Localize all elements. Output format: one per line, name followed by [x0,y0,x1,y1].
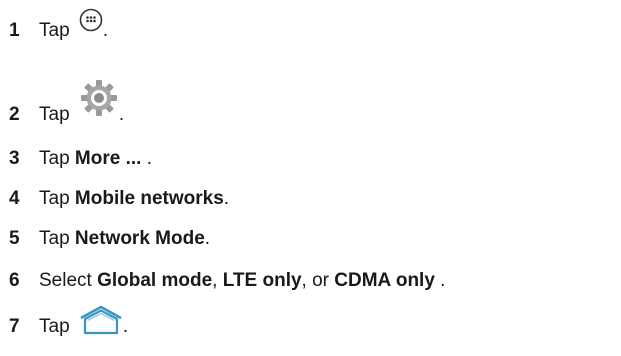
step-6: 6 Select Global mode, LTE only, or CDMA … [9,266,445,296]
step-number: 1 [9,20,20,41]
ui-term-more: More ... [74,148,142,169]
step-3: 3 Tap More ... . [9,144,152,174]
step-text: Tap . [39,8,108,46]
instruction-steps: 1 Tap . 2 Tap . 3 Tap More ... . 4 Tap M… [0,0,621,356]
ui-term-network-mode: Network Mode [74,228,205,249]
step-text: Tap More ... . [39,148,152,169]
apps-icon [79,8,103,38]
step-text: Tap Network Mode. [39,228,211,249]
step-number: 2 [9,104,20,125]
step-number: 5 [9,228,20,249]
step-text: Tap . [39,305,128,345]
step-number: 6 [9,270,20,291]
step-2: 2 Tap . [9,80,124,130]
step-1: 1 Tap . [9,8,108,46]
ui-term-cdma-only: CDMA only [334,270,435,291]
step-text: Tap Mobile networks. [39,188,230,209]
step-number: 4 [9,188,20,209]
ui-term-lte-only: LTE only [222,270,302,291]
step-7: 7 Tap . [9,305,128,345]
step-text: Tap . [39,80,124,138]
settings-gear-icon [79,78,119,124]
step-text: Select Global mode, LTE only, or CDMA on… [39,270,446,291]
ui-term-mobile-networks: Mobile networks [74,188,224,209]
home-icon [79,305,123,341]
step-5: 5 Tap Network Mode. [9,224,210,254]
step-4: 4 Tap Mobile networks. [9,184,229,214]
step-number: 3 [9,148,20,169]
step-number: 7 [9,316,20,337]
ui-term-global-mode: Global mode [97,270,213,291]
